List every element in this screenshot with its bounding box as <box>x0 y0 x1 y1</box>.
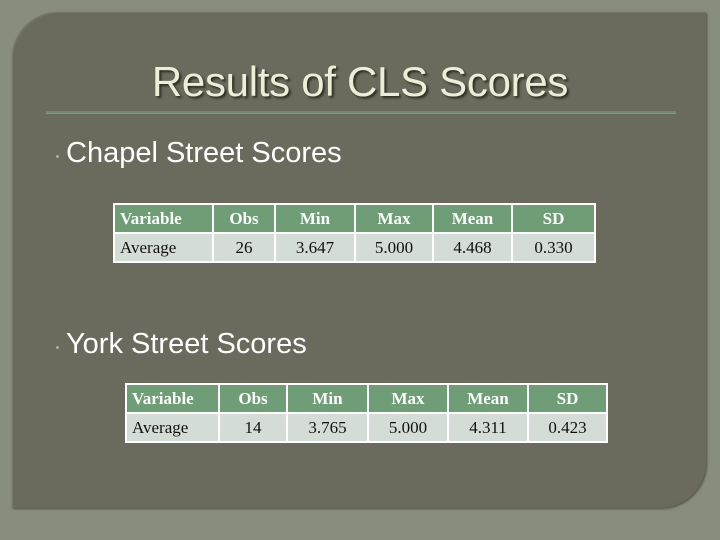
table-cell: 0.330 <box>511 232 596 263</box>
table-header-row: Variable Obs Min Max Mean SD <box>113 203 596 234</box>
column-header: Obs <box>212 203 276 234</box>
slide-title: Results of CLS Scores <box>151 58 569 105</box>
column-header: Variable <box>113 203 214 234</box>
section-heading-chapel: Chapel Street Scores <box>66 137 342 169</box>
column-header: Obs <box>218 383 288 414</box>
table-cell: 14 <box>218 412 288 443</box>
title-divider <box>46 111 676 114</box>
column-header: Mean <box>432 203 513 234</box>
column-header: SD <box>511 203 596 234</box>
york-scores-table: Variable Obs Min Max Mean SD Average 14 … <box>125 383 608 443</box>
table-cell: 4.311 <box>447 412 529 443</box>
column-header: Variable <box>125 383 220 414</box>
table-cell: 3.765 <box>286 412 369 443</box>
table-cell: 3.647 <box>274 232 356 263</box>
bullet-icon <box>56 346 59 349</box>
table-row: Average 14 3.765 5.000 4.311 0.423 <box>125 412 608 443</box>
column-header: Min <box>286 383 369 414</box>
table-cell: 4.468 <box>432 232 513 263</box>
chapel-scores-table: Variable Obs Min Max Mean SD Average 26 … <box>113 203 596 263</box>
table-row: Average 26 3.647 5.000 4.468 0.330 <box>113 232 596 263</box>
table-cell: 26 <box>212 232 276 263</box>
column-header: Max <box>367 383 449 414</box>
section-heading-york: York Street Scores <box>66 328 307 360</box>
table-cell: Average <box>125 412 220 443</box>
table-cell: 5.000 <box>367 412 449 443</box>
table-cell: Average <box>113 232 214 263</box>
column-header: Max <box>354 203 434 234</box>
column-header: Min <box>274 203 356 234</box>
table-cell: 0.423 <box>527 412 608 443</box>
table-cell: 5.000 <box>354 232 434 263</box>
column-header: Mean <box>447 383 529 414</box>
bullet-icon <box>56 155 59 158</box>
table-header-row: Variable Obs Min Max Mean SD <box>125 383 608 414</box>
column-header: SD <box>527 383 608 414</box>
